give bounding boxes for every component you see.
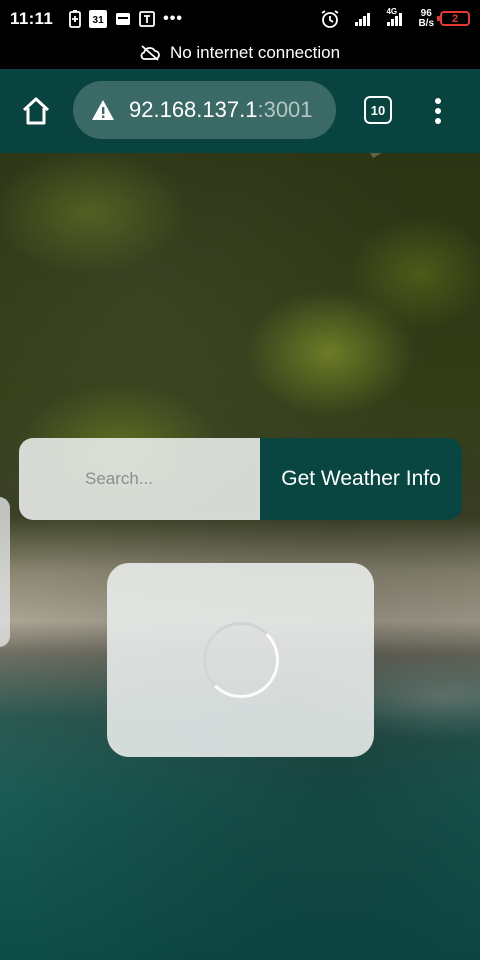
- side-card: [0, 497, 10, 647]
- address-bar[interactable]: 92.168.137.1:3001: [73, 81, 336, 139]
- url-host: 92.168.137.1: [129, 97, 258, 122]
- battery-saver-icon: [69, 9, 82, 28]
- search-form: Get Weather Info: [19, 438, 462, 520]
- home-button[interactable]: [20, 95, 52, 127]
- cloud-off-icon: [140, 45, 160, 61]
- more-notifications: •••: [163, 9, 183, 27]
- tab-count: 10: [370, 102, 386, 118]
- search-input[interactable]: [19, 438, 260, 520]
- offline-text: No internet connection: [169, 43, 341, 62]
- get-weather-button[interactable]: Get Weather Info: [260, 438, 462, 520]
- battery-icon: 2: [437, 11, 470, 26]
- home-icon: [22, 97, 50, 125]
- app-notification-icon: [139, 10, 156, 27]
- warning-icon[interactable]: [91, 99, 115, 121]
- signal-4g-icon: 4G: [386, 7, 404, 27]
- signal-icon: [354, 11, 372, 27]
- loading-spinner-icon: [202, 622, 279, 698]
- calendar-icon: 31: [89, 9, 108, 28]
- more-vert-icon[interactable]: [428, 96, 448, 126]
- browser-toolbar: 92.168.137.1:3001 10: [0, 69, 480, 153]
- network-speed: 96 B/s: [418, 7, 434, 29]
- offline-banner: No internet connection: [0, 37, 480, 69]
- alarm-icon: [320, 9, 340, 29]
- tab-switcher-button[interactable]: 10: [364, 96, 392, 124]
- weather-card: [107, 563, 374, 757]
- status-bar: 11:11 31 ••• 4G 96 B/s 2: [0, 0, 480, 37]
- page-background: Get Weather Info: [0, 153, 480, 960]
- message-icon: [115, 12, 131, 26]
- clock: 11:11: [10, 8, 54, 28]
- url-port: :3001: [257, 97, 313, 122]
